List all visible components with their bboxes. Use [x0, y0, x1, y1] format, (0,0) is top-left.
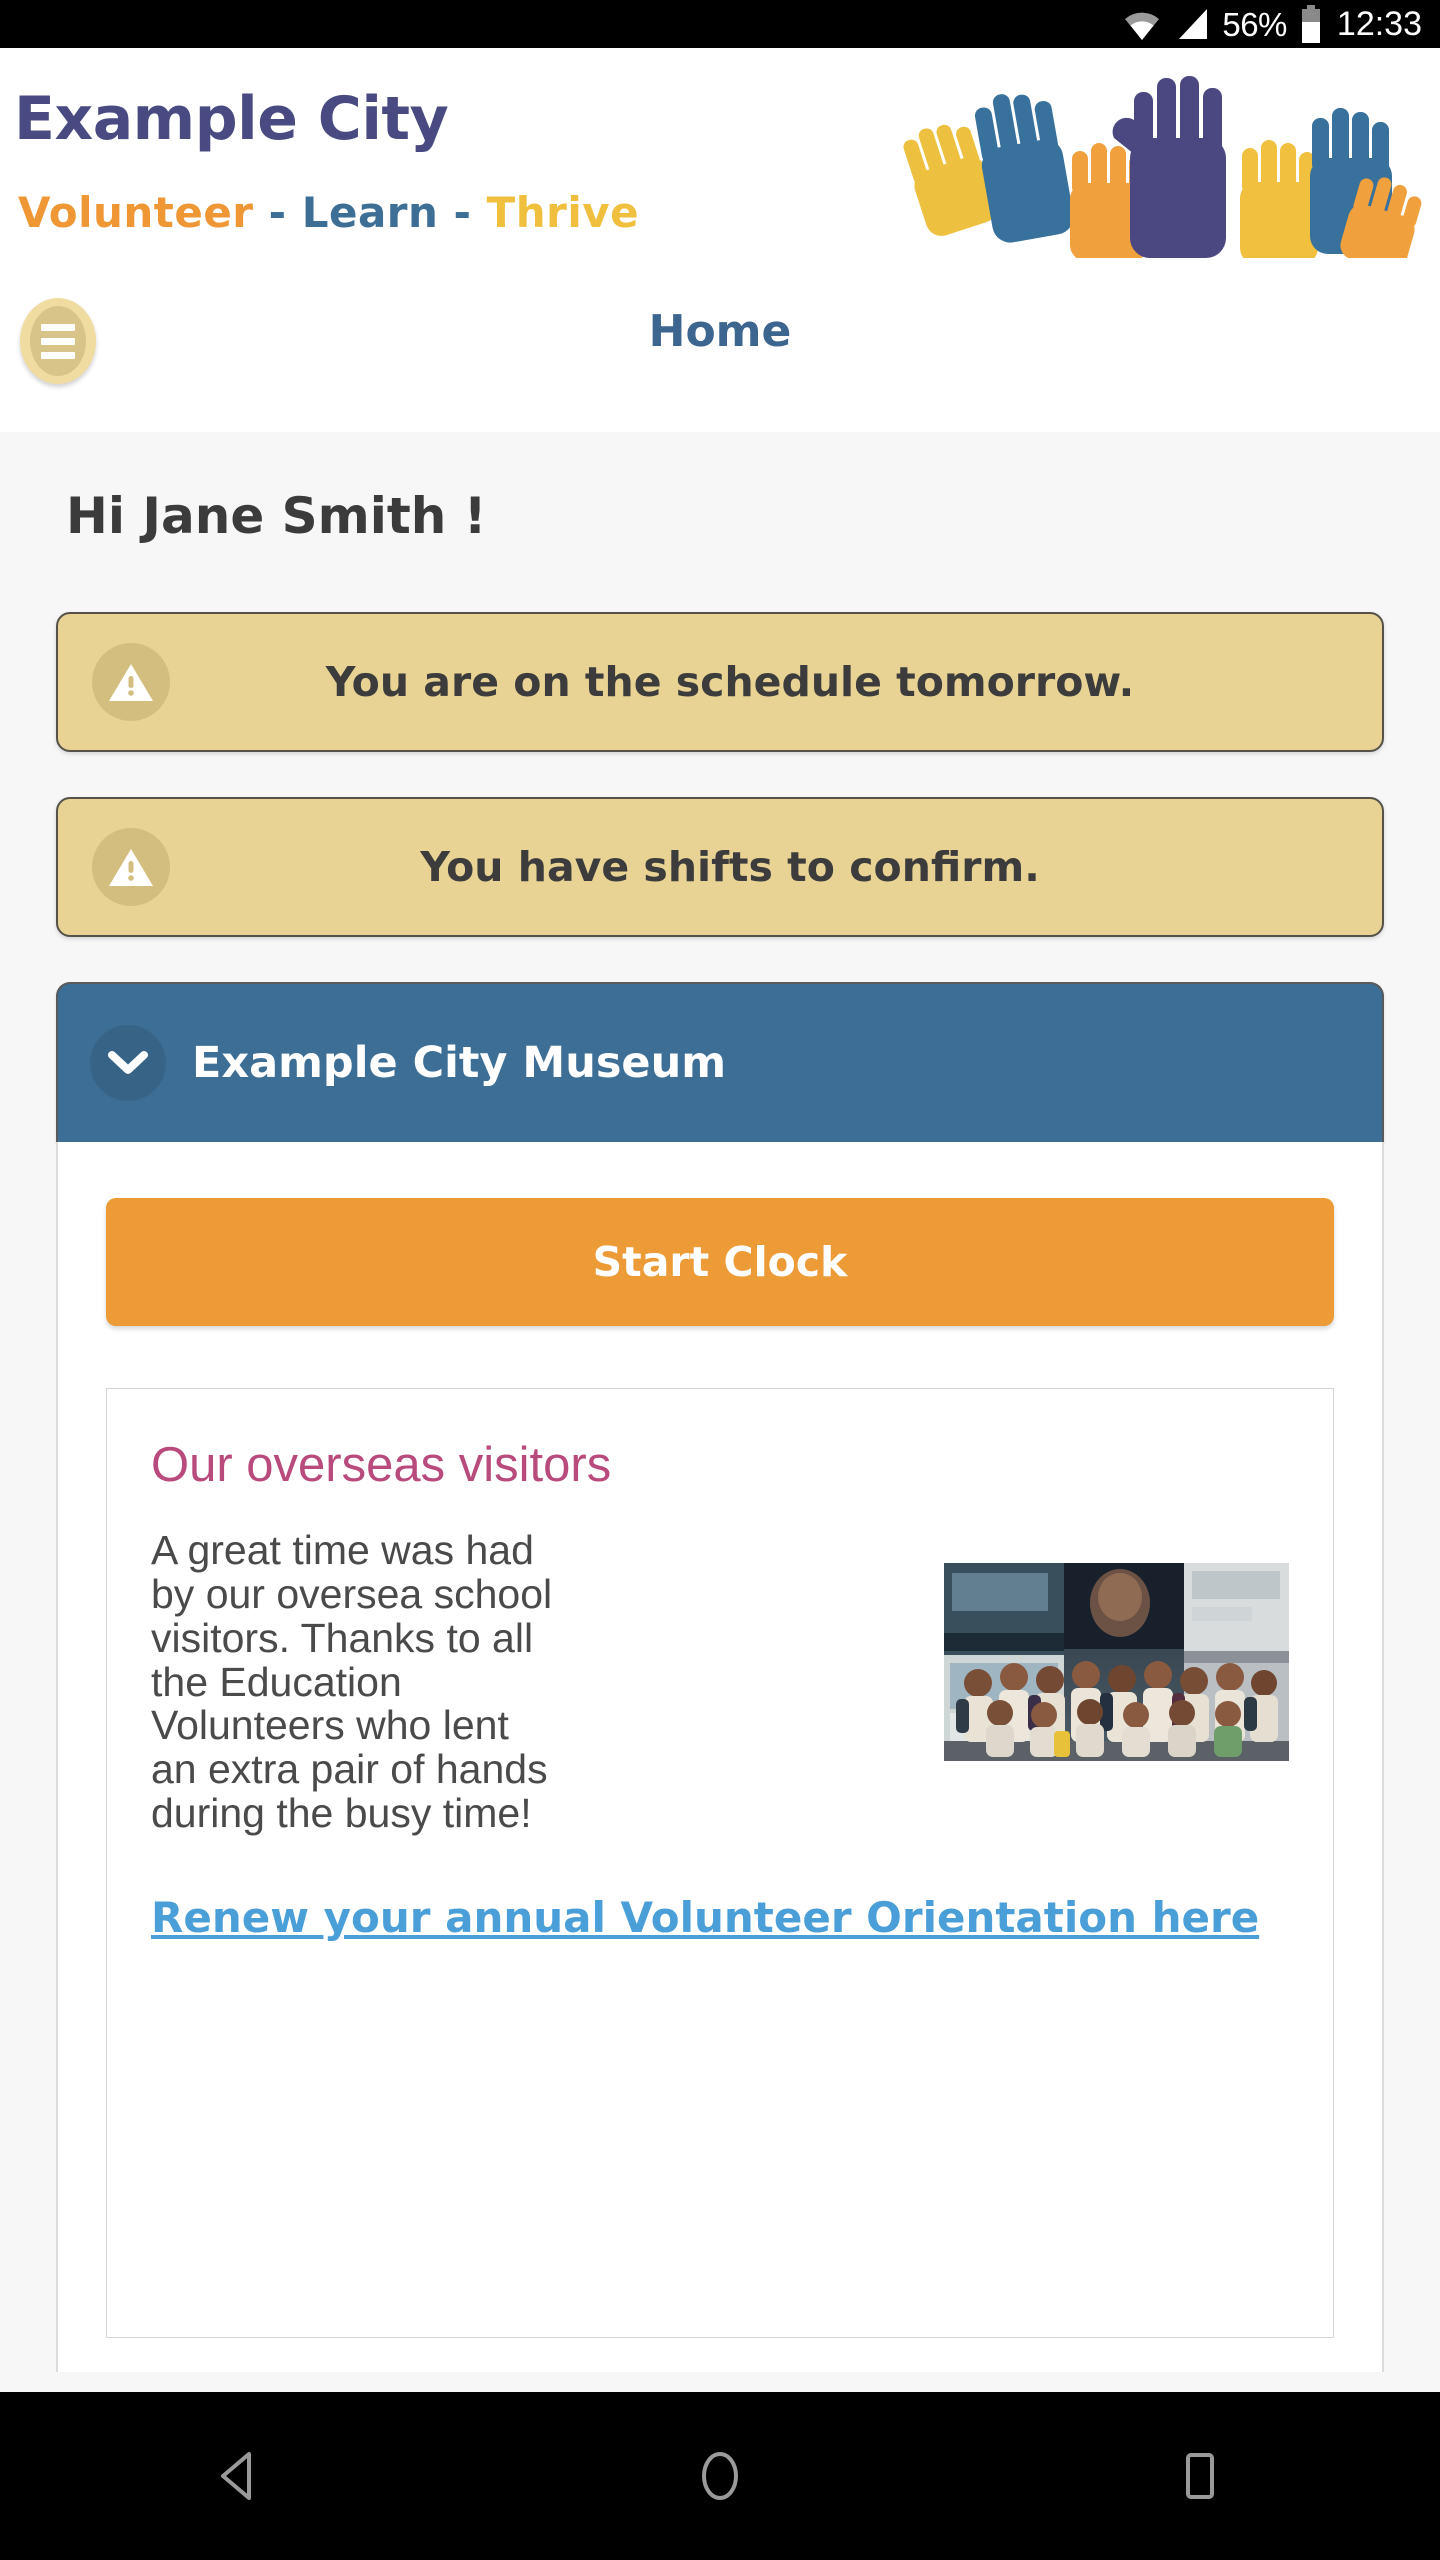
tagline-sep-2: -	[438, 188, 487, 237]
status-bar: 56% 12:33	[0, 0, 1440, 48]
accordion-header-example-city-museum[interactable]: Example City Museum	[56, 982, 1384, 1142]
back-icon[interactable]	[140, 2416, 340, 2536]
tagline-thrive: Thrive	[486, 188, 640, 237]
recents-icon[interactable]	[1100, 2416, 1300, 2536]
battery-percent-label: 56%	[1222, 5, 1287, 43]
alert-banner[interactable]: You are on the schedule tomorrow.	[56, 612, 1384, 752]
battery-icon	[1299, 5, 1323, 43]
android-nav-bar	[0, 2392, 1440, 2560]
renew-orientation-link[interactable]: Renew your annual Volunteer Orientation …	[151, 1894, 1289, 1941]
cell-signal-icon	[1174, 7, 1210, 41]
raised-hands-logo-icon	[890, 58, 1430, 271]
clock-label: 12:33	[1336, 5, 1422, 43]
news-body-wrap: A great time was had by our oversea scho…	[151, 1528, 1289, 1836]
home-icon[interactable]	[620, 2416, 820, 2536]
start-clock-button[interactable]: Start Clock	[106, 1198, 1334, 1326]
page-content: Hi Jane Smith ! You are on the schedule …	[0, 432, 1440, 2392]
tagline-sep-1: -	[253, 188, 302, 237]
alert-text: You have shifts to confirm.	[420, 843, 1040, 891]
warning-icon	[92, 643, 170, 721]
alert-text: You are on the schedule tomorrow.	[325, 658, 1135, 706]
brand-name: Example City	[14, 84, 449, 154]
tagline-learn: Learn	[301, 188, 439, 237]
site-accordion: Example City Museum Start Clock Our over…	[56, 982, 1384, 2372]
chevron-down-icon[interactable]	[90, 1025, 166, 1101]
tagline-volunteer: Volunteer	[18, 188, 254, 237]
brand-tagline: Volunteer - Learn - Thrive	[18, 188, 639, 237]
school-group-photo	[944, 1563, 1289, 1761]
wifi-icon	[1122, 7, 1162, 41]
greeting-text: Hi Jane Smith !	[66, 487, 487, 545]
news-title: Our overseas visitors	[151, 1438, 612, 1492]
warning-icon	[92, 828, 170, 906]
app-header: Example City Volunteer - Learn - Thrive	[0, 48, 1440, 432]
accordion-panel: Start Clock Our overseas visitors A grea…	[56, 1142, 1384, 2372]
alert-banner[interactable]: You have shifts to confirm.	[56, 797, 1384, 937]
news-card: Our overseas visitors A great time was h…	[106, 1388, 1334, 2338]
page-title: Home	[648, 306, 792, 357]
accordion-title: Example City Museum	[192, 1038, 727, 1088]
